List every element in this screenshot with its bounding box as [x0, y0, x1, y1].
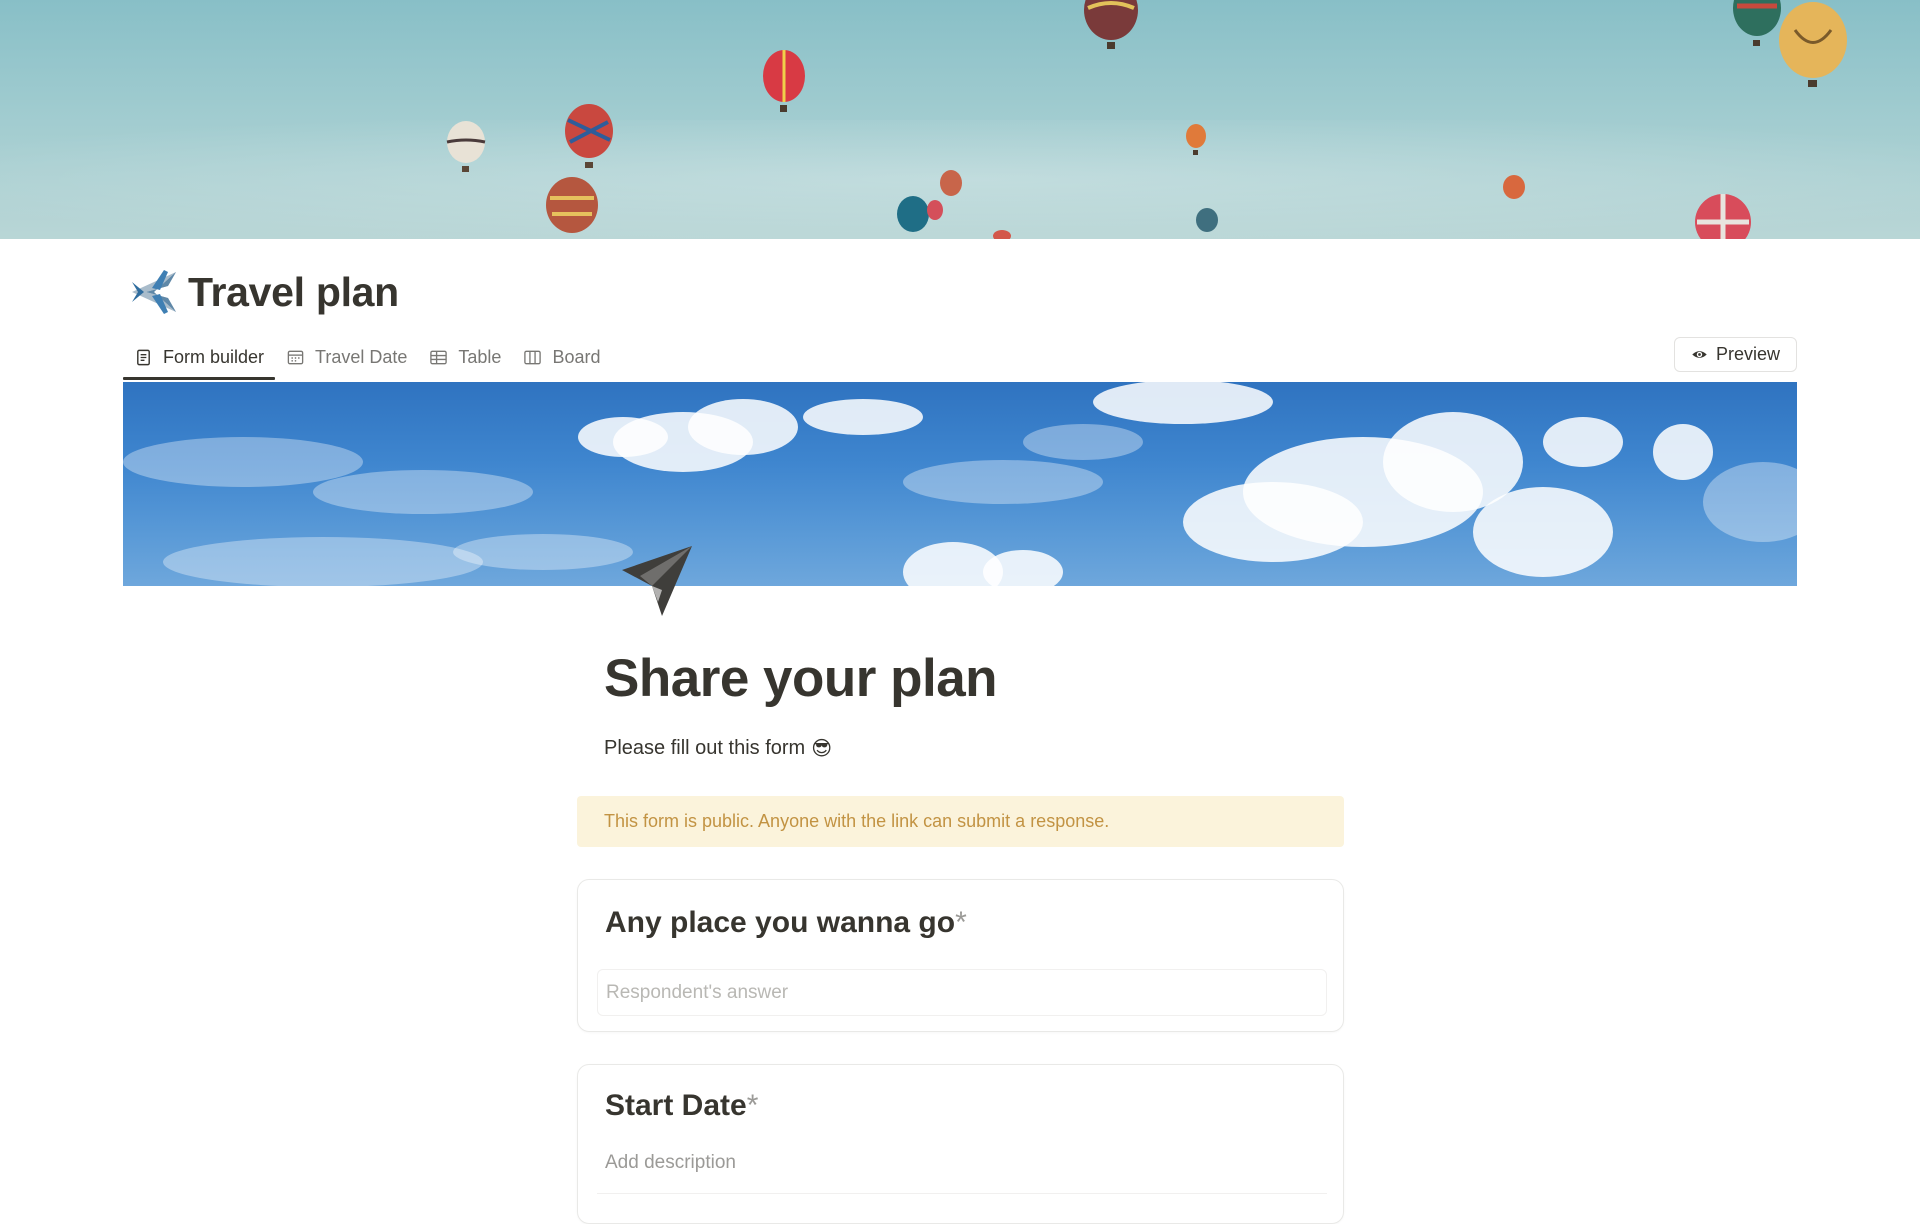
- balloon: [1503, 175, 1525, 199]
- question-card[interactable]: Any place you wanna go*: [577, 879, 1344, 1032]
- table-icon: [430, 350, 448, 364]
- balloon: [940, 170, 962, 196]
- tab-label: Form builder: [163, 346, 265, 367]
- tab-label: Board: [552, 346, 601, 367]
- balloons-illustration: [0, 0, 1920, 239]
- required-marker: *: [746, 1089, 759, 1122]
- balloon: [763, 50, 805, 112]
- balloon: [1084, 0, 1138, 49]
- public-form-notice: This form is public. Anyone with the lin…: [577, 796, 1344, 847]
- page-cover-image: [0, 0, 1920, 239]
- preview-label: Preview: [1715, 344, 1781, 364]
- airplane-icon[interactable]: [124, 262, 184, 322]
- calendar-icon: [287, 350, 304, 364]
- tab-travel-date[interactable]: Travel Date: [275, 334, 418, 380]
- view-tabs: Form builder Travel Date Table Board: [123, 334, 611, 380]
- question-card[interactable]: Start Date* Add description: [577, 1064, 1344, 1224]
- form-description-text: Please fill out this form: [604, 737, 806, 759]
- question-title[interactable]: Start Date*: [605, 1089, 758, 1123]
- page-title[interactable]: Travel plan: [188, 269, 399, 316]
- board-icon: [524, 350, 542, 364]
- question-title[interactable]: Any place you wanna go*: [605, 906, 967, 940]
- balloon: [546, 177, 598, 233]
- paper-plane-icon[interactable]: [614, 540, 694, 620]
- tab-label: Table: [458, 346, 502, 367]
- sunglasses-emoji: 😎: [811, 738, 833, 760]
- preview-button[interactable]: Preview: [1674, 337, 1797, 372]
- tab-board[interactable]: Board: [512, 334, 611, 380]
- date-field[interactable]: [597, 1193, 1327, 1223]
- question-title-text: Start Date: [605, 1089, 747, 1122]
- balloon: [1779, 2, 1847, 87]
- answer-input[interactable]: [597, 969, 1327, 1016]
- required-marker: *: [955, 906, 967, 939]
- question-description-placeholder[interactable]: Add description: [605, 1152, 736, 1174]
- tab-form-builder[interactable]: Form builder: [123, 334, 276, 380]
- question-title-text: Any place you wanna go: [605, 906, 956, 939]
- balloon: [1196, 208, 1218, 232]
- notice-text: This form is public. Anyone with the lin…: [604, 811, 1110, 831]
- balloon: [1733, 0, 1781, 46]
- form-icon: [137, 349, 150, 365]
- clouds-illustration: [123, 382, 1797, 586]
- eye-icon: [1692, 351, 1707, 358]
- tab-label: Travel Date: [315, 346, 408, 367]
- page-header: Travel plan: [124, 262, 399, 322]
- tab-table[interactable]: Table: [418, 334, 512, 380]
- form-title[interactable]: Share your plan: [604, 648, 998, 709]
- form-cover-image[interactable]: [123, 382, 1797, 586]
- form-description[interactable]: Please fill out this form 😎: [604, 736, 832, 761]
